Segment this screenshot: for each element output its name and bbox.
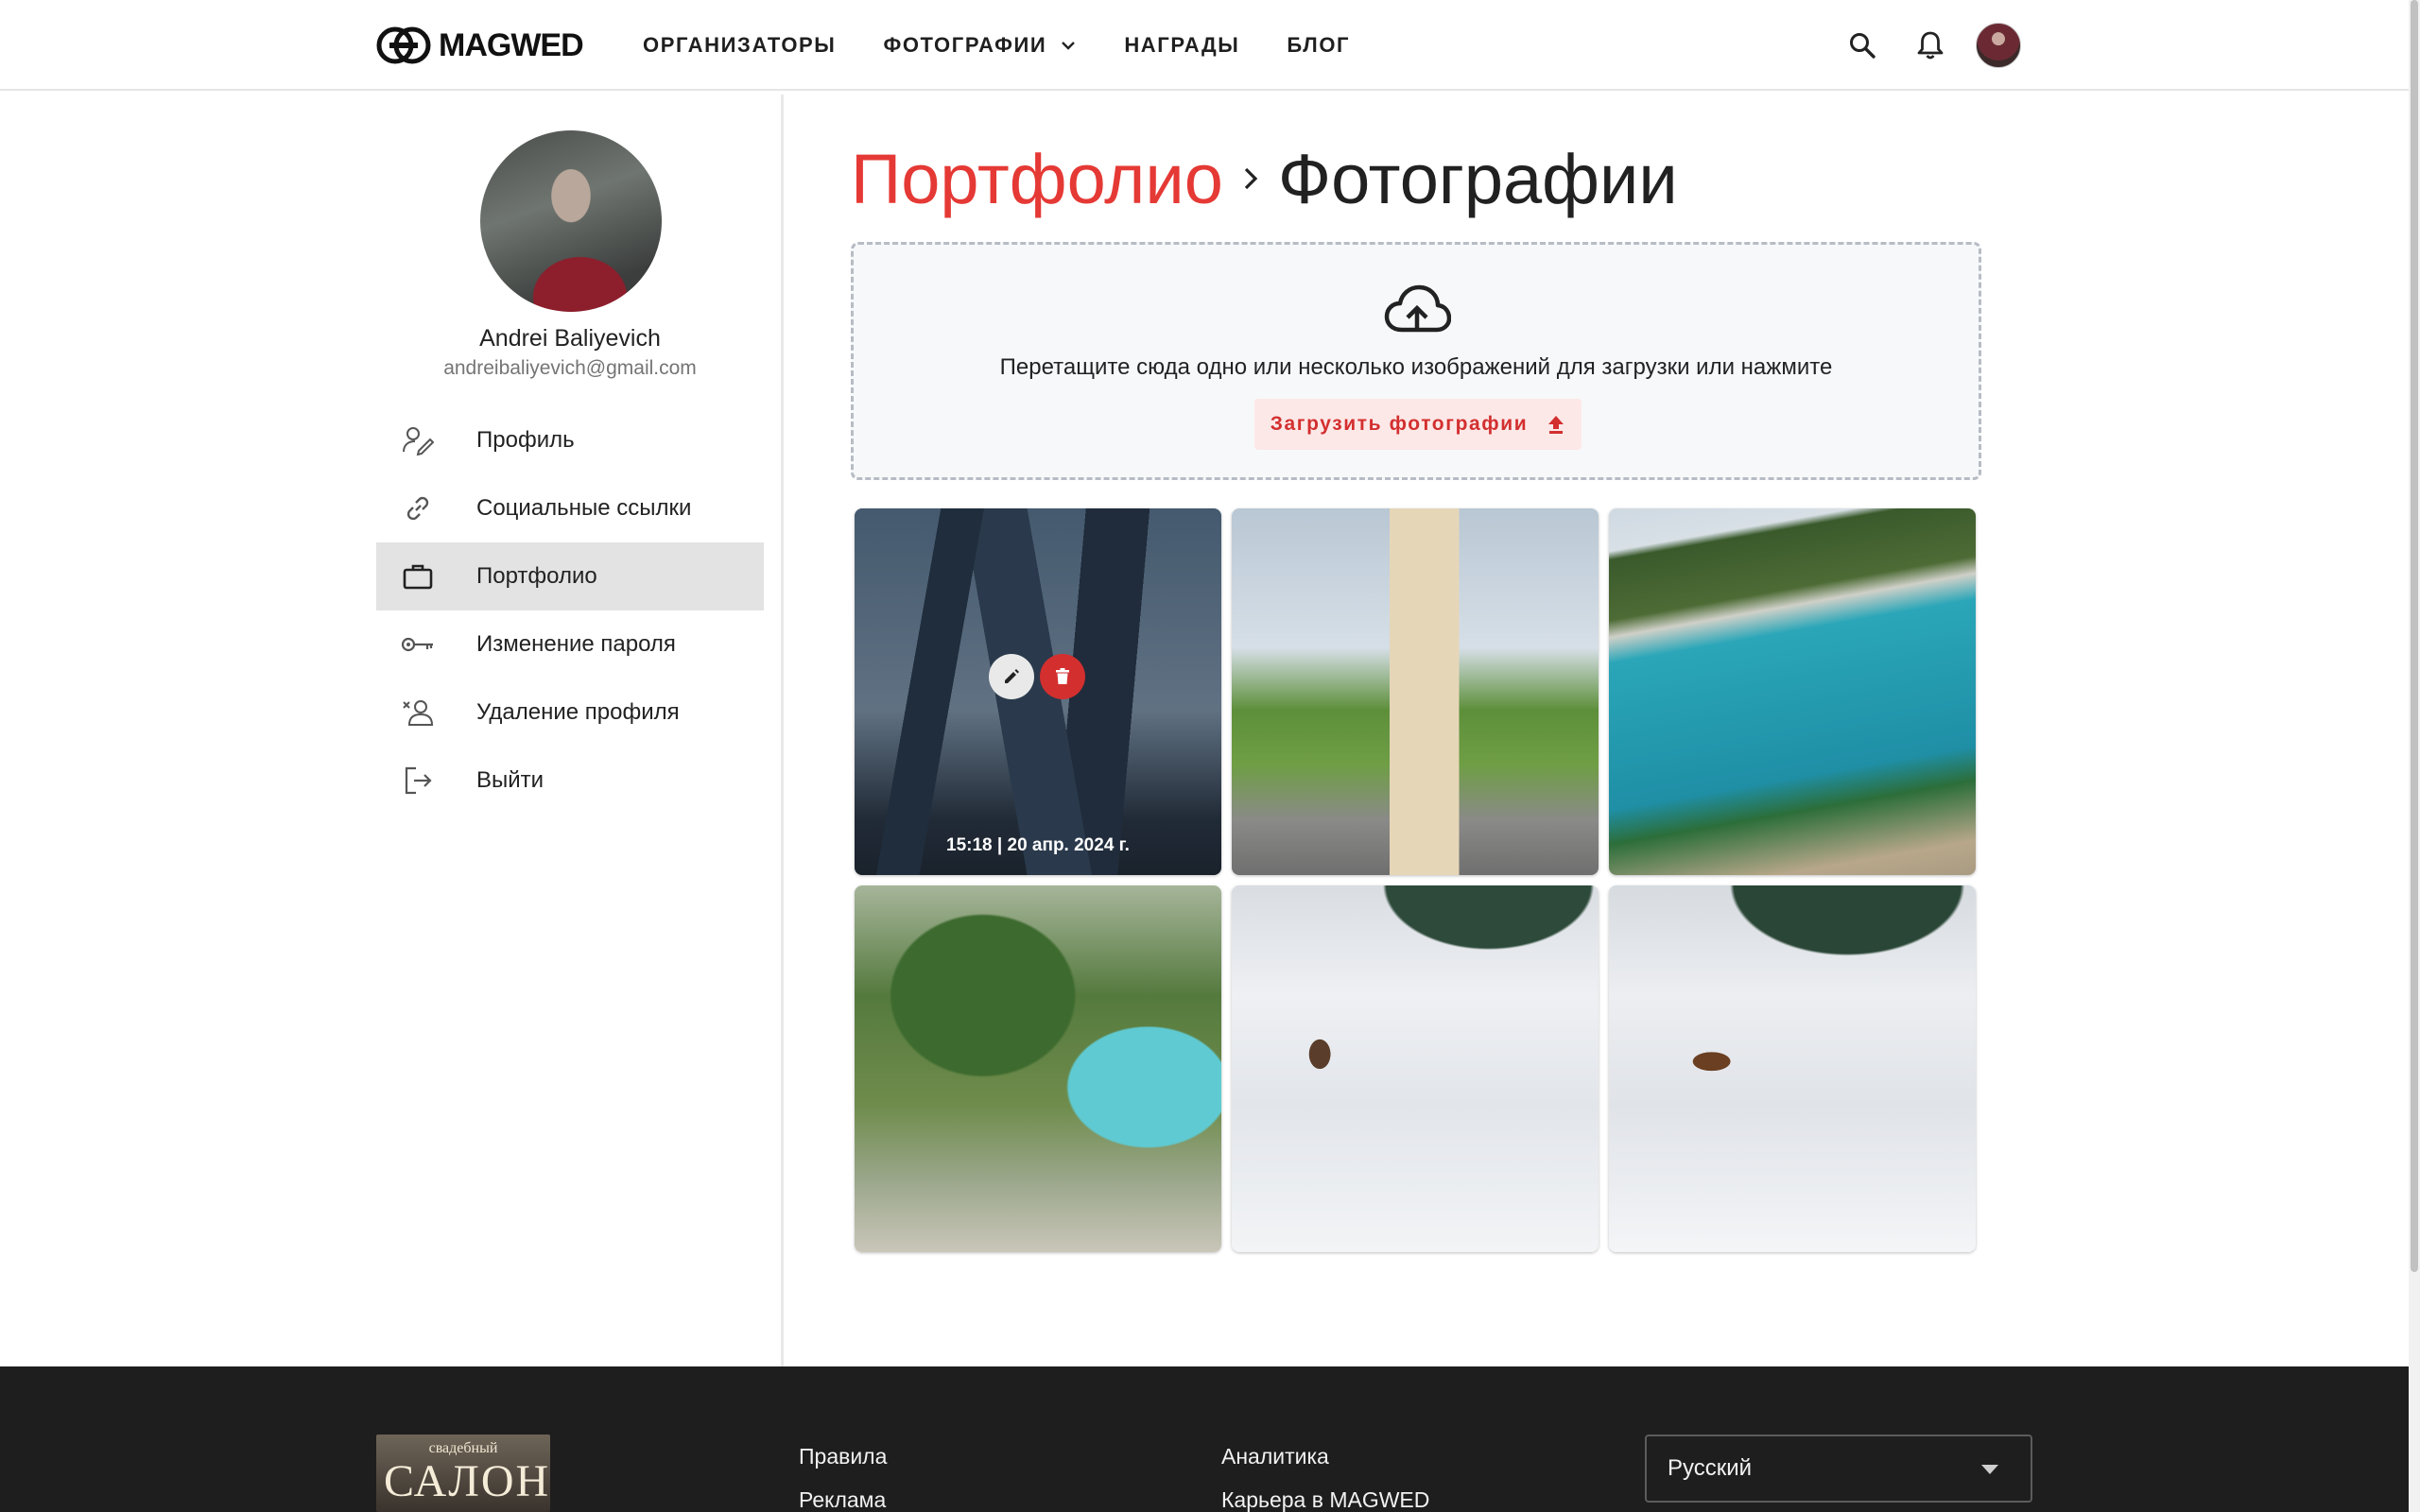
nav-organizers-label: ОРГАНИЗАТОРЫ xyxy=(643,33,837,57)
upload-dropzone[interactable]: Перетащите сюда одно или несколько изобр… xyxy=(851,242,1981,480)
delete-photo-button[interactable] xyxy=(1040,654,1085,699)
site-footer: свадебный САЛОН Правила Реклама Аналитик… xyxy=(0,1366,2409,1512)
user-avatar[interactable] xyxy=(1976,23,2021,68)
user-remove-icon xyxy=(401,696,435,730)
main-nav: ОРГАНИЗАТОРЫ ФОТОГРАФИИ НАГРАДЫ БЛОГ xyxy=(643,0,1397,91)
photo-actions xyxy=(989,654,1091,699)
user-edit-icon xyxy=(401,423,435,457)
search-button[interactable] xyxy=(1843,26,1881,64)
sidebar-item-label: Портфолио xyxy=(476,563,597,589)
dropzone-instructions: Перетащите сюда одно или несколько изобр… xyxy=(999,354,1833,380)
nav-organizers[interactable]: ОРГАНИЗАТОРЫ xyxy=(643,33,836,58)
photo-tile-squirrel-in-snow-2[interactable] xyxy=(1609,885,1976,1252)
photo-tile-apartment-building[interactable] xyxy=(1232,508,1599,875)
key-icon xyxy=(401,627,435,662)
sidebar-item-label: Выйти xyxy=(476,767,544,793)
nav-blog-label: БЛОГ xyxy=(1287,33,1351,57)
chevron-down-icon xyxy=(1062,42,1076,50)
nav-awards[interactable]: НАГРАДЫ xyxy=(1124,33,1239,58)
upload-photos-button[interactable]: Загрузить фотографии xyxy=(1254,399,1582,450)
link-icon xyxy=(401,491,435,525)
sidebar-item-delete-profile[interactable]: Удаление профиля xyxy=(376,679,764,747)
logo-text: MAGWED xyxy=(439,26,584,63)
logo-mark-icon xyxy=(376,26,431,64)
sidebar-item-label: Изменение пароля xyxy=(476,631,676,657)
nav-photos[interactable]: ФОТОГРАФИИ xyxy=(883,33,1077,58)
footer-link-analytics[interactable]: Аналитика xyxy=(1221,1444,1329,1469)
footer-link-rules[interactable]: Правила xyxy=(799,1444,887,1469)
pencil-icon xyxy=(1005,669,1019,683)
trash-icon xyxy=(1056,668,1069,684)
bell-icon xyxy=(1917,31,1944,60)
language-select-value: Русский xyxy=(1668,1455,1753,1481)
photo-tile-squirrel-in-snow[interactable] xyxy=(1232,885,1599,1252)
sidebar-item-label: Удаление профиля xyxy=(476,699,680,725)
scrollbar-thumb[interactable] xyxy=(2411,0,2418,1272)
footer-link-advertising[interactable]: Реклама xyxy=(799,1487,886,1512)
sidebar-item-change-password[interactable]: Изменение пароля xyxy=(376,610,764,679)
profile-avatar[interactable] xyxy=(480,130,662,312)
sidebar-item-logout[interactable]: Выйти xyxy=(376,747,764,815)
search-icon xyxy=(1850,33,1876,59)
nav-blog[interactable]: БЛОГ xyxy=(1287,33,1350,58)
dropdown-caret-icon xyxy=(1981,1465,1998,1474)
sidebar-item-profile[interactable]: Профиль xyxy=(376,406,764,474)
photo-tile-city-towers[interactable]: 15:18 | 20 апр. 2024 г. xyxy=(855,508,1221,875)
logout-icon xyxy=(401,764,435,798)
upload-arrow-icon xyxy=(1548,416,1564,434)
briefcase-icon xyxy=(401,559,435,593)
sidebar-item-label: Социальные ссылки xyxy=(476,495,692,521)
chevron-right-icon xyxy=(1235,160,1267,198)
edit-photo-button[interactable] xyxy=(989,654,1034,699)
breadcrumb: Портфолио Фотографии xyxy=(851,136,1678,221)
notifications-button[interactable] xyxy=(1911,26,1949,64)
upload-button-label: Загрузить фотографии xyxy=(1270,413,1529,435)
sidebar-divider xyxy=(781,94,784,1366)
sidebar-item-portfolio[interactable]: Портфолио xyxy=(376,542,764,610)
breadcrumb-portfolio-link[interactable]: Портфолио xyxy=(851,139,1223,219)
top-header: MAGWED ОРГАНИЗАТОРЫ ФОТОГРАФИИ НАГРАДЫ Б… xyxy=(0,0,2409,91)
footer-link-careers[interactable]: Карьера в MAGWED xyxy=(1221,1487,1429,1512)
photo-tile-cliff-with-pines[interactable] xyxy=(855,885,1221,1252)
footer-logo-main: САЛОН xyxy=(384,1456,550,1506)
profile-menu: Профиль Социальные ссылки Портфолио Изме… xyxy=(376,406,764,815)
profile-name: Andrei Baliyevich xyxy=(479,325,661,352)
page-title: Фотографии xyxy=(1277,139,1678,218)
cloud-upload-icon xyxy=(1384,284,1451,333)
nav-awards-label: НАГРАДЫ xyxy=(1124,33,1240,57)
photo-timestamp: 15:18 | 20 апр. 2024 г. xyxy=(946,835,1130,855)
profile-email: andreibaliyevich@gmail.com xyxy=(443,357,697,379)
magwed-logo[interactable]: MAGWED xyxy=(376,23,584,68)
language-select[interactable]: Русский xyxy=(1645,1435,2032,1503)
nav-photos-label: ФОТОГРАФИИ xyxy=(883,33,1047,57)
svadebny-salon-logo[interactable]: свадебный САЛОН xyxy=(376,1435,550,1512)
sidebar-item-label: Профиль xyxy=(476,427,575,453)
photo-tile-turquoise-lake[interactable] xyxy=(1609,508,1976,875)
sidebar-item-social-links[interactable]: Социальные ссылки xyxy=(376,474,764,542)
